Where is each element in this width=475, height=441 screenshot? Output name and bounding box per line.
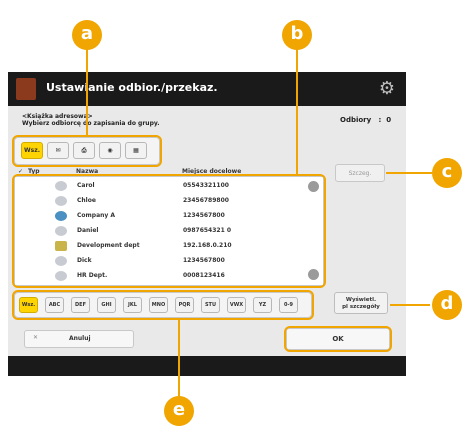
highlight-list — [12, 174, 326, 288]
close-icon: ✕ — [33, 334, 39, 341]
bottom-bar — [8, 356, 406, 376]
cancel-label: Anuluj — [69, 335, 91, 342]
instruction-text: Wybierz odbiorcę do zapisania do grupy. — [22, 120, 160, 127]
callout-line-d — [390, 304, 430, 306]
callout-a: a — [72, 20, 102, 50]
highlight-letter-filter — [12, 290, 314, 320]
callout-c: c — [432, 158, 462, 188]
breadcrumb: <Książka adresowa> Wybierz odbiorcę do z… — [22, 113, 160, 127]
highlight-ok — [284, 326, 392, 352]
highlight-type-filter — [12, 135, 162, 167]
details-button[interactable]: Szczeg. — [335, 164, 385, 182]
cancel-button[interactable]: ✕ Anuluj — [24, 330, 134, 348]
title-bar: Ustawianie odbior./przekaz. ⚙ — [8, 72, 406, 106]
callout-b: b — [282, 20, 312, 50]
recipients-counter: Odbiory : 0 — [340, 116, 392, 124]
recipients-label: Odbiory — [340, 116, 372, 124]
show-all-line2: pl szczegóły — [342, 304, 380, 310]
callout-line-c — [386, 172, 432, 174]
address-book-icon — [16, 78, 36, 100]
callout-line-e — [178, 320, 180, 398]
show-all-line1: Wyświetl. — [345, 297, 377, 303]
callout-line-a — [86, 48, 88, 136]
show-all-details-button[interactable]: Wyświetl. pl szczegóły — [334, 292, 388, 314]
callout-d: d — [432, 290, 462, 320]
recipients-count: 0 — [386, 116, 392, 124]
callout-line-b — [296, 48, 298, 174]
callout-e: e — [164, 396, 194, 426]
gear-icon[interactable]: ⚙ — [376, 78, 398, 100]
window-title: Ustawianie odbior./przekaz. — [46, 81, 218, 94]
breadcrumb-label: <Książka adresowa> — [22, 113, 93, 120]
